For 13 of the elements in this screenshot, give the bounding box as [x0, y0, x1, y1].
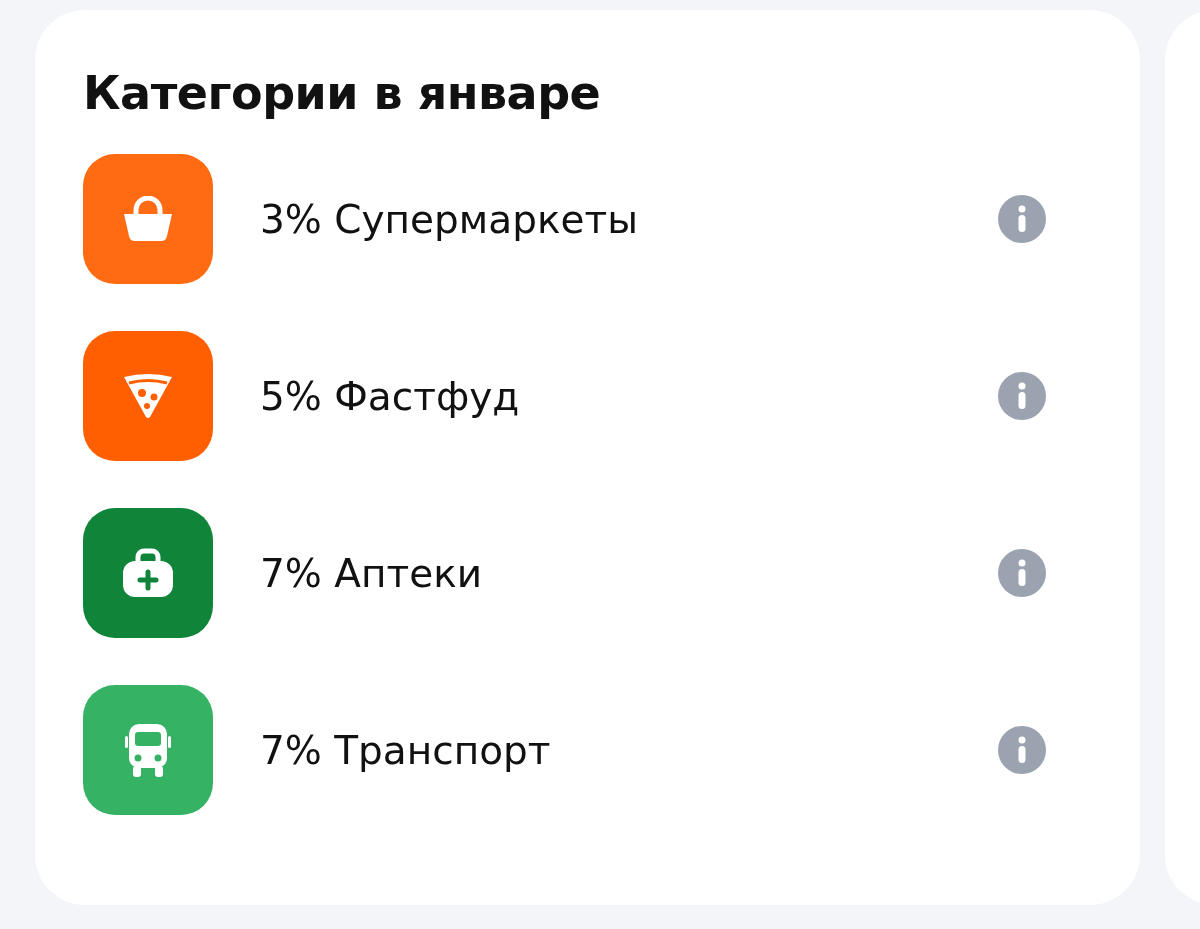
category-label: 7% Транспорт	[260, 727, 552, 773]
info-icon[interactable]	[998, 372, 1046, 420]
pizza-icon	[122, 373, 174, 419]
category-label: 7% Аптеки	[260, 550, 484, 596]
category-label: 5% Фастфуд	[260, 373, 521, 419]
info-icon[interactable]	[998, 549, 1046, 597]
category-label: 3% Супермаркеты	[260, 196, 639, 242]
info-icon[interactable]	[998, 195, 1046, 243]
card-title: Категории в январе	[83, 68, 602, 118]
info-icon[interactable]	[998, 726, 1046, 774]
basket-icon	[121, 196, 175, 242]
medkit-icon	[121, 548, 175, 598]
bus-icon	[125, 722, 171, 778]
